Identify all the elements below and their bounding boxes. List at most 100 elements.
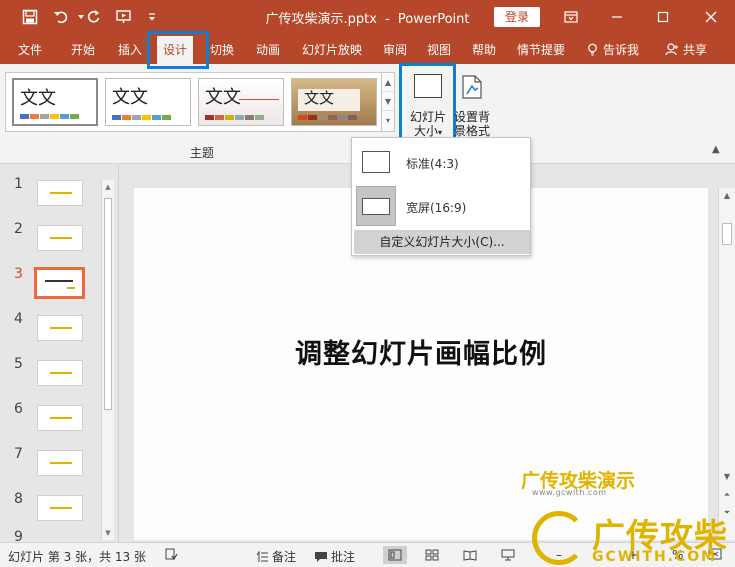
theme-line bbox=[239, 99, 279, 100]
thumbnail-number: 7 bbox=[14, 446, 23, 462]
theme-color-swatches bbox=[20, 114, 79, 119]
custom-slide-size-item[interactable]: 自定义幻灯片大小(C)... bbox=[354, 230, 530, 254]
slide-size-widescreen-label: 宽屏(16:9) bbox=[406, 201, 467, 215]
customize-quick-access-icon[interactable] bbox=[141, 6, 163, 28]
status-bar: 幻灯片 第 3 张，共 13 张 备注 批注 – + % bbox=[0, 542, 735, 567]
format-background-button[interactable]: 设置背 景格式 bbox=[454, 66, 494, 142]
minimize-icon[interactable] bbox=[594, 0, 640, 34]
gallery-scroll: ▲ ▼ ▾ bbox=[381, 73, 394, 131]
thumbnail-number: 8 bbox=[14, 491, 23, 507]
tell-me-label: 告诉我 bbox=[603, 43, 640, 57]
scroll-up-icon[interactable]: ▲ bbox=[102, 180, 114, 194]
slide-thumbnail-7[interactable] bbox=[37, 450, 83, 476]
themes-group-label: 主题 bbox=[190, 146, 215, 160]
slide-thumbnail-4[interactable] bbox=[37, 315, 83, 341]
slide-thumbnail-2[interactable] bbox=[37, 225, 83, 251]
previous-slide-icon[interactable]: ⏶ bbox=[719, 490, 735, 500]
tab-slide-show[interactable]: 幻灯片放映 bbox=[302, 41, 362, 58]
maximize-icon[interactable] bbox=[640, 0, 686, 34]
slide-thumbnail-5[interactable] bbox=[37, 360, 83, 386]
slide-url-text[interactable]: www.gcwith.com bbox=[532, 488, 607, 497]
tab-review[interactable]: 审阅 bbox=[383, 41, 407, 58]
tab-view[interactable]: 视图 bbox=[427, 41, 451, 58]
normal-view-icon[interactable] bbox=[383, 546, 407, 564]
app-name: PowerPoint bbox=[397, 12, 470, 27]
share-button[interactable]: 共享 bbox=[665, 41, 707, 58]
slide-sorter-icon[interactable] bbox=[420, 546, 444, 564]
slide-thumbnail-6[interactable] bbox=[37, 405, 83, 431]
theme-office-2[interactable]: 文文 bbox=[105, 78, 191, 126]
present-icon[interactable] bbox=[113, 6, 135, 28]
tell-me-search[interactable]: 告诉我 bbox=[586, 41, 639, 58]
tab-file[interactable]: 文件 bbox=[18, 41, 42, 58]
slide-show-icon[interactable] bbox=[496, 546, 520, 564]
comment-icon bbox=[315, 551, 327, 562]
slide-thumbnail-8[interactable] bbox=[37, 495, 83, 521]
gallery-down-icon[interactable]: ▼ bbox=[382, 92, 394, 111]
scroll-thumb[interactable] bbox=[104, 198, 112, 410]
thumbnail-number: 9 bbox=[14, 529, 23, 541]
slide-size-standard[interactable]: 标准(4:3) bbox=[354, 140, 530, 184]
redo-icon[interactable] bbox=[83, 6, 105, 28]
zoom-in-icon[interactable]: + bbox=[628, 548, 638, 562]
theme-sample-text: 文文 bbox=[205, 87, 241, 108]
slide-title[interactable]: 调整幻灯片画幅比例 bbox=[134, 332, 708, 371]
scroll-down-icon[interactable]: ▼ bbox=[719, 472, 735, 481]
theme-red[interactable]: 文文 bbox=[198, 78, 284, 126]
tab-animations[interactable]: 动画 bbox=[256, 41, 280, 58]
scroll-thumb[interactable] bbox=[722, 223, 732, 245]
slide-thumbnail-3[interactable] bbox=[34, 267, 85, 299]
standard-ratio-icon bbox=[362, 151, 390, 173]
share-label: 共享 bbox=[683, 43, 708, 57]
zoom-level[interactable]: % bbox=[672, 548, 683, 562]
gallery-more-icon[interactable]: ▾ bbox=[382, 111, 394, 130]
close-icon[interactable] bbox=[688, 0, 734, 34]
comments-label: 批注 bbox=[331, 550, 356, 564]
lightbulb-icon bbox=[588, 43, 597, 56]
theme-color-swatches bbox=[298, 115, 357, 120]
theme-sample-text: 文文 bbox=[20, 88, 56, 109]
thumbnails-scrollbar[interactable]: ▲ ▼ bbox=[101, 180, 114, 540]
thumbnail-number: 6 bbox=[14, 401, 23, 417]
slide-size-standard-label: 标准(4:3) bbox=[406, 157, 459, 171]
save-icon[interactable] bbox=[19, 6, 41, 28]
ribbon-display-options-icon[interactable] bbox=[548, 0, 594, 34]
comments-button[interactable]: 批注 bbox=[314, 548, 355, 565]
theme-color-swatches bbox=[112, 115, 171, 120]
fit-slide-icon[interactable] bbox=[708, 548, 722, 560]
file-name: 广传攻柴演示.pptx bbox=[265, 12, 377, 27]
widescreen-ratio-icon-bg bbox=[356, 186, 396, 226]
scroll-down-icon[interactable]: ▼ bbox=[102, 526, 114, 540]
thumbnail-number: 1 bbox=[14, 176, 23, 192]
theme-gallery: 文文 文文 文文 文文 ▲ ▼ ▾ bbox=[5, 72, 395, 132]
scroll-up-icon[interactable]: ▲ bbox=[719, 191, 735, 200]
tab-home[interactable]: 开始 bbox=[71, 41, 95, 58]
tab-insert[interactable]: 插入 bbox=[118, 41, 142, 58]
slide-size-widescreen[interactable]: 宽屏(16:9) bbox=[354, 184, 530, 228]
undo-icon[interactable] bbox=[50, 6, 72, 28]
thumbnail-number: 4 bbox=[14, 311, 23, 327]
reading-view-icon[interactable] bbox=[458, 546, 482, 564]
format-background-icon bbox=[462, 75, 482, 99]
accessibility-icon[interactable] bbox=[165, 548, 178, 561]
tab-help[interactable]: 帮助 bbox=[472, 41, 496, 58]
person-add-icon bbox=[665, 43, 678, 56]
login-button[interactable]: 登录 bbox=[494, 7, 540, 27]
theme-sample-text: 文文 bbox=[304, 89, 335, 107]
notes-button[interactable]: 备注 bbox=[256, 548, 296, 565]
next-slide-icon[interactable]: ⏷ bbox=[719, 508, 735, 518]
gallery-up-icon[interactable]: ▲ bbox=[382, 73, 394, 92]
slide-size-highlight bbox=[399, 63, 456, 147]
notes-icon bbox=[256, 550, 268, 562]
slide-scrollbar[interactable]: ▲ ▼ ⏶ ⏷ bbox=[718, 188, 735, 540]
slide-thumbnail-1[interactable] bbox=[37, 180, 83, 206]
theme-office[interactable]: 文文 bbox=[12, 78, 98, 126]
tab-transitions[interactable]: 切换 bbox=[210, 41, 234, 58]
zoom-out-icon[interactable]: – bbox=[556, 548, 562, 562]
theme-wood[interactable]: 文文 bbox=[291, 78, 377, 126]
widescreen-ratio-icon bbox=[362, 198, 390, 215]
theme-color-swatches bbox=[205, 115, 264, 120]
tab-storyboarding[interactable]: 情节提要 bbox=[517, 41, 565, 58]
collapse-ribbon-icon[interactable]: ▲ bbox=[712, 144, 720, 155]
theme-sample-text: 文文 bbox=[112, 87, 148, 108]
